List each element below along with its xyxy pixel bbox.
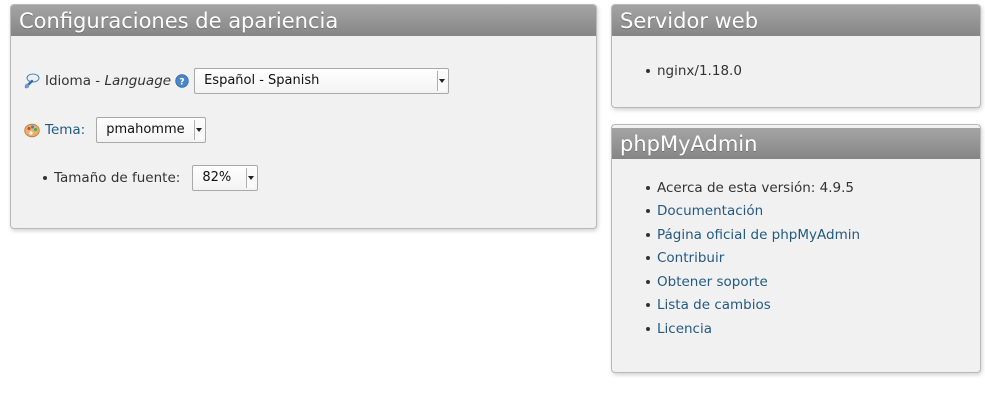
chevron-down-icon: [437, 71, 447, 91]
list-bullet: [646, 303, 650, 308]
list-item: Licencia: [646, 317, 860, 341]
chevron-down-icon: [246, 168, 256, 188]
get-support-link[interactable]: Obtener soporte: [657, 274, 768, 290]
language-select[interactable]: Español - Spanish: [194, 68, 450, 94]
font-size-row: Tamaño de fuente: 82%: [43, 165, 259, 191]
license-link[interactable]: Licencia: [657, 321, 712, 337]
font-size-select-value: 82%: [202, 170, 232, 185]
language-select-value: Español - Spanish: [204, 73, 320, 88]
webserver-panel: Servidor web nginx/1.18.0: [611, 4, 981, 108]
help-icon[interactable]: ?: [175, 74, 189, 88]
phpmyadmin-list: Acerca de esta versión: 4.9.5 Documentac…: [646, 176, 860, 341]
list-bullet: [646, 209, 650, 214]
language-row: Idioma - Language ? Español - Spanish: [24, 68, 450, 94]
list-bullet: [646, 256, 650, 261]
official-homepage-link[interactable]: Página oficial de phpMyAdmin: [657, 227, 860, 243]
language-label-italic: Language: [104, 73, 172, 89]
list-bullet: [43, 176, 47, 180]
list-item: nginx/1.18.0: [646, 59, 742, 83]
contribute-link[interactable]: Contribuir: [657, 250, 724, 266]
font-size-label: Tamaño de fuente:: [54, 170, 181, 186]
list-item: Página oficial de phpMyAdmin: [646, 223, 860, 247]
webserver-version: nginx/1.18.0: [657, 62, 742, 79]
theme-link[interactable]: Tema:: [45, 122, 85, 138]
list-bullet: [646, 68, 650, 73]
version-info: Acerca de esta versión: 4.9.5: [657, 179, 854, 196]
changelog-link[interactable]: Lista de cambios: [657, 297, 771, 313]
language-label: Idioma - Language: [45, 73, 172, 89]
webserver-panel-title: Servidor web: [612, 5, 980, 36]
theme-select[interactable]: pmahomme: [96, 117, 207, 143]
svg-text:?: ?: [179, 78, 184, 88]
list-item: Documentación: [646, 200, 860, 224]
list-item: Obtener soporte: [646, 270, 860, 294]
theme-row: Tema: pmahomme: [24, 117, 207, 143]
documentation-link[interactable]: Documentación: [657, 203, 763, 219]
appearance-settings-panel: Configuraciones de apariencia Idioma - L…: [10, 4, 597, 229]
palette-icon: [24, 122, 40, 138]
phpmyadmin-panel-title: phpMyAdmin: [612, 128, 980, 159]
phpmyadmin-panel: phpMyAdmin Acerca de esta versión: 4.9.5…: [611, 124, 981, 373]
list-bullet: [646, 232, 650, 237]
list-bullet: [646, 326, 650, 331]
appearance-panel-title: Configuraciones de apariencia: [11, 5, 596, 36]
font-size-select[interactable]: 82%: [192, 165, 259, 191]
theme-select-value: pmahomme: [106, 122, 185, 137]
list-bullet: [646, 185, 650, 190]
chevron-down-icon: [194, 120, 204, 140]
list-bullet: [646, 279, 650, 284]
globe-language-icon: [24, 73, 40, 89]
list-item: Contribuir: [646, 247, 860, 271]
list-item: Acerca de esta versión: 4.9.5: [646, 176, 860, 200]
webserver-list: nginx/1.18.0: [646, 59, 742, 83]
list-item: Lista de cambios: [646, 294, 860, 318]
